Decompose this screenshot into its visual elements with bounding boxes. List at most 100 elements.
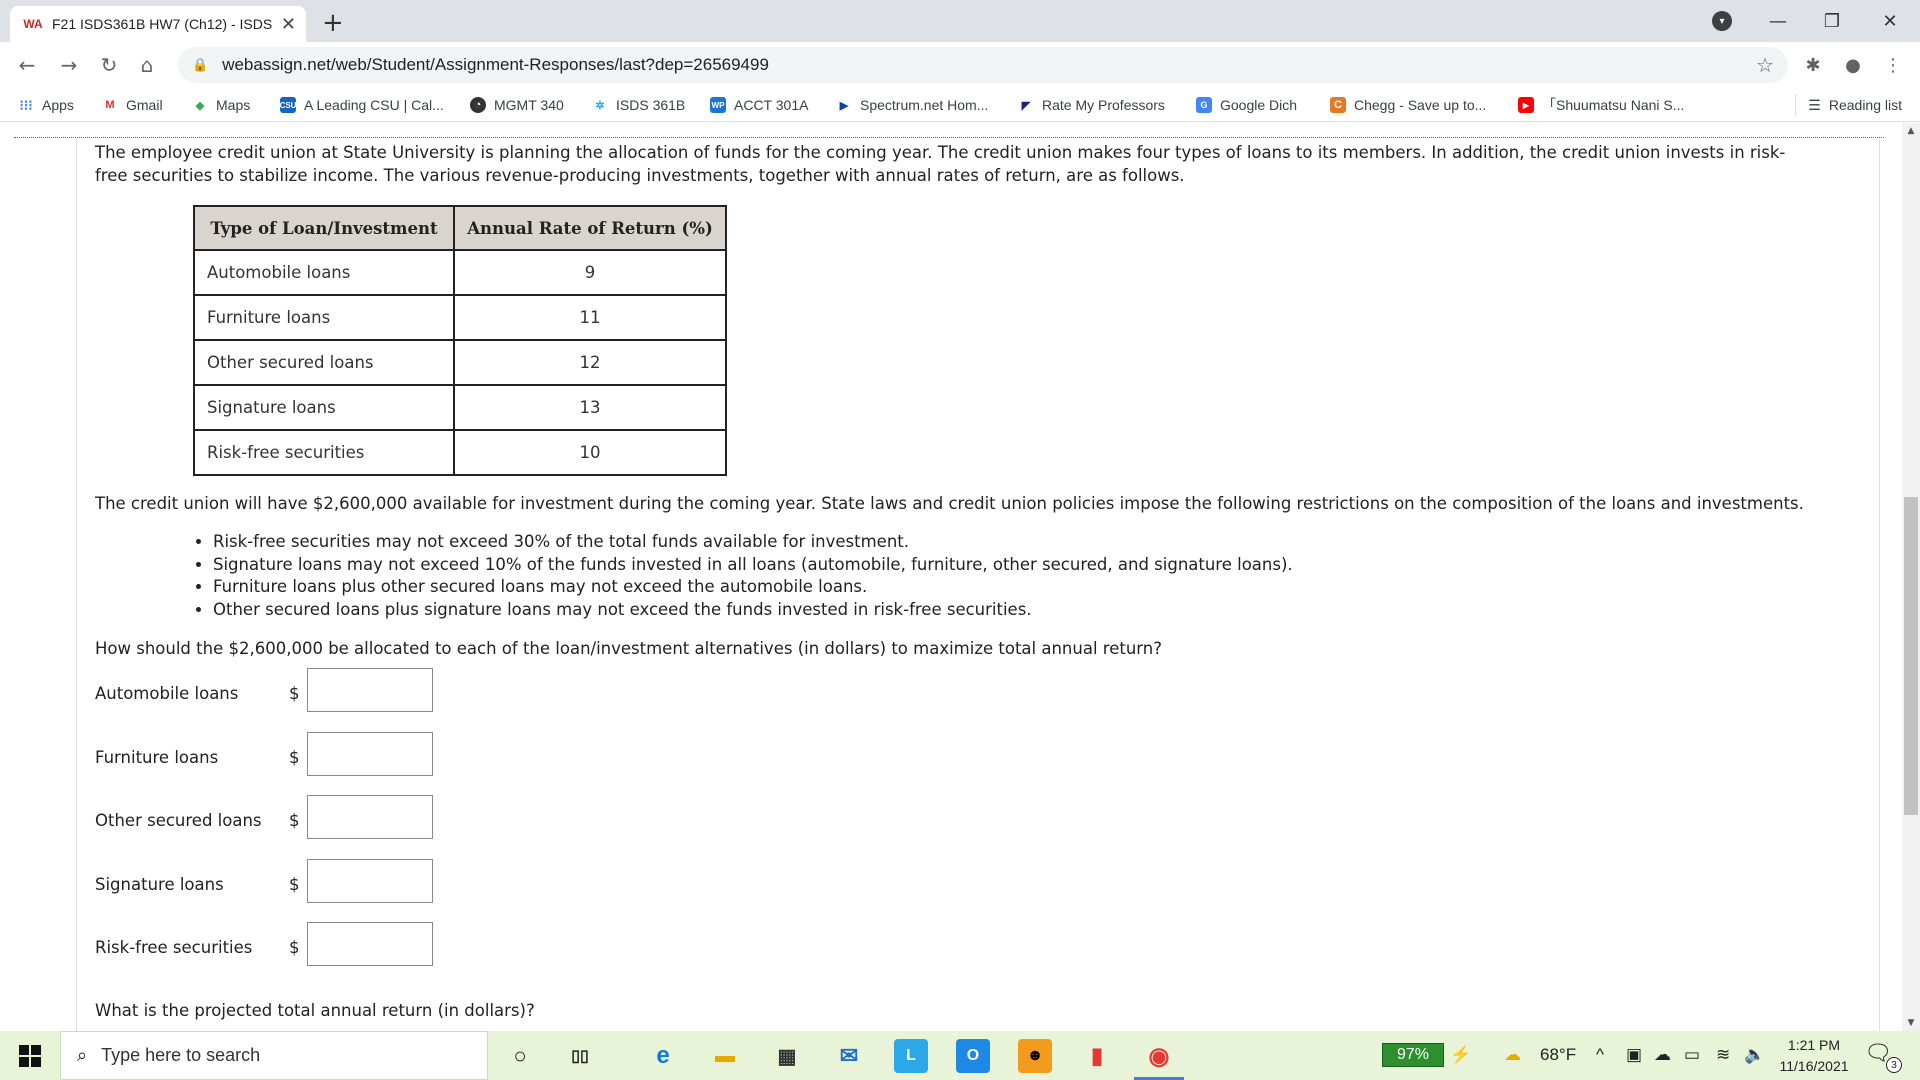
bookmark-isds361b[interactable]: ✲ ISDS 361B bbox=[592, 94, 685, 116]
bookmark-google-dich[interactable]: G Google Dich bbox=[1196, 94, 1297, 116]
cell-rate: 12 bbox=[453, 339, 727, 386]
header-type: Type of Loan/Investment bbox=[193, 205, 455, 251]
notification-count: 3 bbox=[1886, 1057, 1902, 1073]
reading-list-icon: ☰ bbox=[1808, 96, 1821, 113]
onedrive-icon[interactable]: ☁ bbox=[1654, 1045, 1671, 1065]
bookmark-label: Apps bbox=[42, 97, 74, 113]
bookmark-star-icon[interactable]: ☆ bbox=[1756, 53, 1774, 77]
wp-icon: WP bbox=[710, 97, 726, 113]
bookmark-label: MGMT 340 bbox=[494, 97, 564, 113]
cell-rate: 9 bbox=[453, 249, 727, 296]
taskbar-search[interactable]: ⌕ Type here to search bbox=[60, 1031, 488, 1080]
close-window-button[interactable]: ✕ bbox=[1860, 0, 1920, 42]
question-content: The employee credit union at State Unive… bbox=[95, 141, 1875, 986]
restore-button[interactable]: ❐ bbox=[1802, 0, 1862, 42]
edge-icon[interactable]: e bbox=[646, 1039, 680, 1073]
profile-avatar-icon[interactable]: ● bbox=[1838, 50, 1868, 80]
section-divider bbox=[14, 137, 1884, 138]
bookmark-mgmt340[interactable]: ◔ MGMT 340 bbox=[470, 94, 564, 116]
lock-icon[interactable]: 🔒 bbox=[192, 58, 208, 73]
cortana-icon[interactable]: ○ bbox=[503, 1039, 537, 1073]
list-item: Signature loans may not exceed 10% of th… bbox=[213, 554, 1875, 577]
bookmark-csu[interactable]: CSU A Leading CSU | Cal... bbox=[280, 94, 444, 116]
new-tab-button[interactable]: + bbox=[322, 8, 344, 38]
bookmark-ratemyprofessors[interactable]: ◤ Rate My Professors bbox=[1018, 94, 1165, 116]
answer-fields: Automobile loans $ Furniture loans $ Oth… bbox=[95, 668, 1875, 986]
file-explorer-icon[interactable]: ▬ bbox=[708, 1039, 742, 1073]
meet-now-icon[interactable]: ▣ bbox=[1626, 1045, 1642, 1065]
maps-icon: ◆ bbox=[195, 99, 205, 112]
system-clock[interactable]: 1:21 PM 11/16/2021 bbox=[1768, 1035, 1860, 1077]
other-secured-loans-input[interactable] bbox=[307, 795, 433, 839]
extensions-puzzle-icon[interactable]: ✱ bbox=[1798, 50, 1828, 80]
tab-title: F21 ISDS361B HW7 (Ch12) - ISDS bbox=[52, 16, 273, 32]
dollar-sign: $ bbox=[289, 684, 300, 703]
bookmark-acct301a[interactable]: WP ACCT 301A bbox=[710, 94, 808, 116]
wifi-icon[interactable]: ≋ bbox=[1716, 1045, 1730, 1065]
automobile-loans-input[interactable] bbox=[307, 668, 433, 712]
outlook-icon[interactable]: O bbox=[956, 1039, 990, 1073]
browser-menu-icon[interactable]: ⋮ bbox=[1878, 50, 1908, 80]
address-bar[interactable]: 🔒 webassign.net/web/Student/Assignment-R… bbox=[178, 47, 1788, 83]
apps-grid-icon: ⁝⁝⁝ bbox=[19, 96, 33, 113]
bookmark-gmail[interactable]: M Gmail bbox=[102, 94, 163, 116]
notification-center-icon[interactable]: 🗨 3 bbox=[1864, 1041, 1904, 1073]
table-row: Signature loans 13 bbox=[193, 384, 727, 431]
scroll-down-arrow-icon[interactable]: ▼ bbox=[1902, 1015, 1920, 1031]
signature-loans-input[interactable] bbox=[307, 858, 433, 903]
store-icon[interactable]: ▦ bbox=[770, 1039, 804, 1073]
cell-type: Signature loans bbox=[193, 384, 455, 431]
scroll-thumb[interactable] bbox=[1904, 497, 1918, 815]
battery-tray-icon[interactable]: ▭ bbox=[1684, 1045, 1700, 1065]
table-row: Other secured loans 12 bbox=[193, 339, 727, 386]
bookmark-label: A Leading CSU | Cal... bbox=[304, 97, 444, 113]
table-row: Automobile loans 9 bbox=[193, 249, 727, 296]
lync-icon[interactable]: L bbox=[894, 1039, 928, 1073]
mail-icon[interactable]: ✉ bbox=[832, 1039, 866, 1073]
google-translate-icon: G bbox=[1196, 97, 1212, 113]
minimize-button[interactable]: — bbox=[1748, 0, 1808, 42]
weather-icon[interactable]: ☁ bbox=[1504, 1045, 1521, 1065]
answer-label: Risk-free securities bbox=[95, 938, 253, 957]
bookmark-maps[interactable]: ◆ Maps bbox=[192, 94, 250, 116]
tray-expand-icon[interactable]: ^ bbox=[1596, 1045, 1604, 1065]
game-app-icon[interactable]: ☻ bbox=[1018, 1039, 1052, 1073]
tab-webassign[interactable]: WA F21 ISDS361B HW7 (Ch12) - ISDS ✕ bbox=[10, 6, 306, 42]
csu-icon: CSU bbox=[280, 97, 296, 113]
bookmark-label: Spectrum.net Hom... bbox=[860, 97, 989, 113]
scroll-up-arrow-icon[interactable]: ▲ bbox=[1902, 123, 1920, 139]
bookmark-apps[interactable]: ⁝⁝⁝ Apps bbox=[18, 94, 74, 116]
bookmark-youtube[interactable]: ▶ 「Shuumatsu Nani S... bbox=[1518, 94, 1684, 116]
cell-type: Automobile loans bbox=[193, 249, 455, 296]
battery-indicator[interactable]: 97% bbox=[1382, 1043, 1444, 1067]
answer-row-signature: Signature loans $ bbox=[95, 858, 1875, 923]
risk-free-securities-input[interactable] bbox=[307, 922, 433, 966]
page-scrollbar[interactable]: ▲ ▼ bbox=[1902, 123, 1920, 1031]
answer-row-furniture: Furniture loans $ bbox=[95, 731, 1875, 796]
back-arrow-icon[interactable]: ← bbox=[12, 50, 42, 80]
bookmark-spectrum[interactable]: ▶ Spectrum.net Hom... bbox=[836, 94, 989, 116]
bookmark-chegg[interactable]: C Chegg - Save up to... bbox=[1330, 94, 1486, 116]
tab-search-icon[interactable]: ▾ bbox=[1712, 11, 1732, 31]
bookmark-label: ISDS 361B bbox=[616, 97, 686, 113]
bookmarks-bar: ⁝⁝⁝ Apps M Gmail ◆ Maps CSU A Leading CS… bbox=[0, 88, 1920, 122]
tab-close-icon[interactable]: ✕ bbox=[281, 14, 296, 35]
volume-muted-icon[interactable]: 🔈 bbox=[1744, 1045, 1765, 1065]
start-button[interactable] bbox=[0, 1031, 60, 1080]
forward-arrow-icon[interactable]: → bbox=[54, 50, 84, 80]
reading-list-button[interactable]: ☰ Reading list bbox=[1795, 94, 1902, 116]
task-view-icon[interactable]: ▯▯ bbox=[563, 1039, 597, 1073]
table-header-row: Type of Loan/Investment Annual Rate of R… bbox=[193, 205, 727, 251]
reload-icon[interactable]: ↻ bbox=[94, 50, 124, 80]
bookmark-label: Gmail bbox=[126, 97, 163, 113]
answer-label: Automobile loans bbox=[95, 684, 239, 703]
temperature[interactable]: 68°F bbox=[1540, 1045, 1576, 1065]
answer-label: Other secured loans bbox=[95, 811, 262, 830]
chegg-icon: C bbox=[1330, 97, 1346, 113]
chrome-icon[interactable]: ◉ bbox=[1134, 1039, 1184, 1080]
list-item: Other secured loans plus signature loans… bbox=[213, 599, 1875, 622]
office-icon[interactable]: ▮ bbox=[1080, 1039, 1114, 1073]
home-icon[interactable]: ⌂ bbox=[132, 50, 162, 80]
answer-row-risk-free: Risk-free securities $ bbox=[95, 922, 1875, 986]
furniture-loans-input[interactable] bbox=[307, 731, 433, 776]
